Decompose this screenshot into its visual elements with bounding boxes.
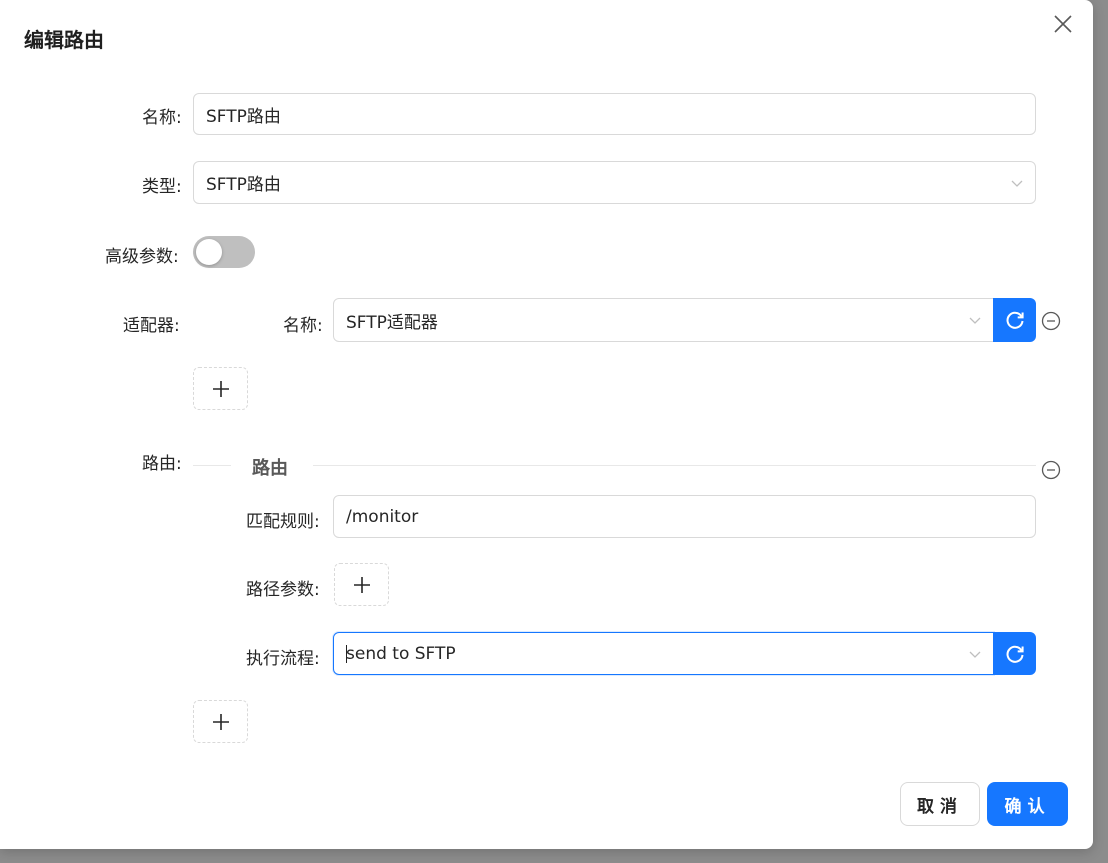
confirm-button[interactable]: 确认 [987, 782, 1068, 826]
match-rule-value: /monitor [346, 506, 419, 527]
advanced-label: 高级参数: [105, 247, 179, 267]
adapter-name-select[interactable]: SFTP适配器 [333, 298, 994, 342]
minus-circle-icon [1041, 311, 1061, 331]
close-icon [1054, 15, 1072, 33]
cancel-button[interactable]: 取消 [900, 782, 980, 826]
plus-icon [212, 380, 229, 397]
path-params-label: 路径参数: [246, 580, 320, 600]
remove-route-button[interactable] [1041, 460, 1061, 480]
flow-refresh-button[interactable] [993, 632, 1036, 675]
type-select-value: SFTP路由 [206, 175, 281, 195]
chevron-down-icon [1011, 180, 1023, 187]
plus-icon [353, 576, 370, 593]
add-route-button[interactable] [193, 700, 248, 743]
name-input-value: SFTP路由 [206, 106, 281, 127]
toggle-knob [196, 239, 222, 265]
add-path-param-button[interactable] [334, 563, 389, 606]
type-select[interactable]: SFTP路由 [193, 161, 1036, 204]
name-input[interactable]: SFTP路由 [193, 93, 1036, 135]
refresh-icon [1006, 645, 1024, 663]
route-label: 路由: [142, 454, 182, 474]
chevron-down-icon [969, 317, 981, 324]
type-label: 类型: [142, 177, 182, 197]
flow-select-value: send to SFTP [346, 643, 456, 664]
flow-select[interactable]: send to SFTP [333, 632, 994, 675]
adapter-name-value: SFTP适配器 [346, 312, 438, 333]
dialog-title: 编辑路由 [24, 28, 104, 52]
plus-icon [212, 713, 229, 730]
add-adapter-button[interactable] [193, 367, 248, 410]
advanced-toggle[interactable] [193, 236, 255, 268]
edit-route-dialog: 编辑路由 名称: SFTP路由 类型: SFTP路由 高级参数: 适配器: 名称… [0, 0, 1093, 849]
close-button[interactable] [1050, 11, 1076, 37]
chevron-down-icon [969, 651, 981, 658]
refresh-icon [1006, 311, 1024, 329]
route-divider-right [313, 465, 1036, 466]
flow-label: 执行流程: [246, 649, 320, 669]
route-divider-left [193, 465, 231, 466]
adapter-refresh-button[interactable] [993, 298, 1036, 342]
adapter-label: 适配器: [123, 316, 180, 336]
route-divider-title: 路由 [252, 458, 288, 479]
name-label: 名称: [142, 108, 182, 128]
match-rule-label: 匹配规则: [246, 512, 320, 532]
remove-adapter-button[interactable] [1041, 311, 1061, 331]
minus-circle-icon [1041, 460, 1061, 480]
adapter-name-label: 名称: [283, 316, 323, 336]
match-rule-input[interactable]: /monitor [333, 495, 1036, 538]
